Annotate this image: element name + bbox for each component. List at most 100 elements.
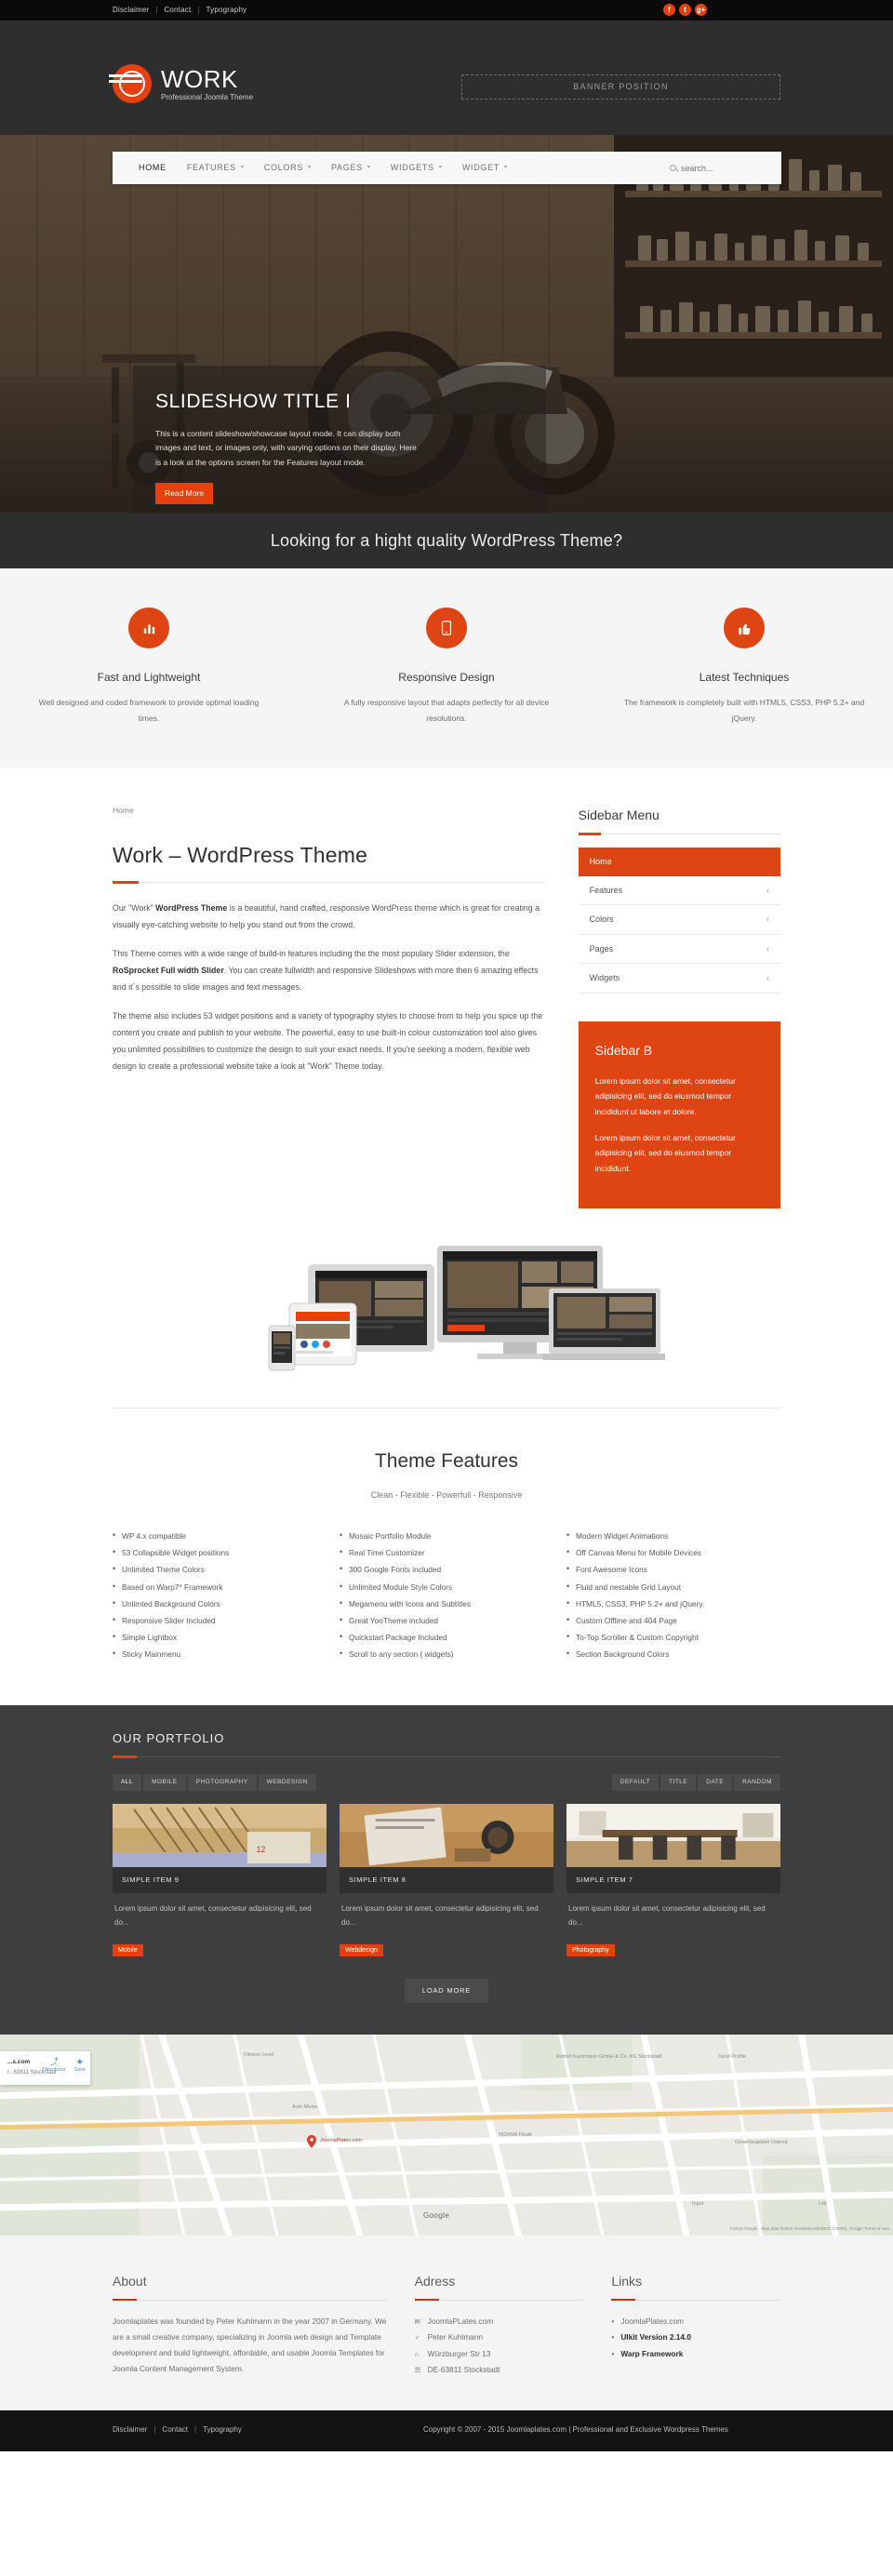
portfolio-item[interactable]: SIMPLE ITEM 8 Lorem ipsum dolor sit amet… (340, 1804, 553, 1957)
feature-card-latest-techniques: Latest Techniques The framework is compl… (595, 607, 893, 727)
list-item: Based on Warp7* Framework (113, 1578, 327, 1596)
list-item: Simple Lightbox (113, 1628, 327, 1647)
map-street-label: Fitness Level (244, 2051, 274, 2058)
title-underline (113, 880, 545, 884)
feature-title: Responsive Design (398, 671, 495, 684)
portfolio-item-tag[interactable]: Photography (566, 1943, 615, 1956)
sidebar-item-home[interactable]: Home (578, 847, 780, 876)
topbar-link-disclaimer[interactable]: Disclaimer (113, 5, 149, 17)
widget-b-paragraph-2: Lorem ipsum dolor sit amet, consectetur … (594, 1132, 736, 1173)
portfolio-item[interactable]: 12 SIMPLE ITEM 9 Lorem ipsum dolor sit a… (113, 1804, 327, 1957)
google-watermark: Google (423, 2210, 450, 2220)
logo[interactable]: WORK Professional Joomla Theme (109, 64, 253, 103)
footer-link-joomlaplates[interactable]: JoomlaPlates.com (611, 2314, 780, 2330)
map-directions-button[interactable]: ⤴ Directions (43, 2057, 65, 2075)
googleplus-icon[interactable]: g+ (695, 4, 707, 16)
responsive-devices-illustration (268, 1246, 665, 1371)
chevron-left-icon: ‹ (766, 943, 769, 954)
list-item: Fluid and nestable Grid Layout (566, 1578, 780, 1596)
nav-item-widgets[interactable]: WIDGETS ▾ (380, 161, 452, 174)
portfolio-grid: 12 SIMPLE ITEM 9 Lorem ipsum dolor sit a… (113, 1804, 780, 1957)
nav-item-widget[interactable]: WIDGET ▾ (452, 161, 517, 174)
sidebar-item-label: Features (589, 885, 623, 895)
portfolio-sort-default[interactable]: DEFAULT (611, 1773, 660, 1792)
portfolio-section: OUR PORTFOLIO ALL MOBILE PHOTOGRAPHY WEB… (0, 1704, 893, 2035)
footer-link-uikit[interactable]: UIkit Version 2.14.0 (611, 2329, 780, 2346)
sidebar-item-pages[interactable]: Pages ‹ (578, 935, 780, 965)
nav-item-home[interactable]: HOME (128, 161, 177, 174)
twitter-icon[interactable]: t (679, 4, 691, 16)
nav-search[interactable] (670, 163, 765, 173)
home-icon: ⌂ (414, 2349, 420, 2358)
list-item: Unlimited Module Style Colors (340, 1578, 553, 1596)
feature-card-responsive-design: Responsive Design A fully responsive lay… (298, 607, 595, 727)
nav-link-features[interactable]: FEATURES (187, 161, 236, 174)
nav-item-colors[interactable]: COLORS ▾ (254, 161, 321, 174)
nav-link-pages[interactable]: PAGES (331, 161, 363, 174)
portfolio-toolbar: ALL MOBILE PHOTOGRAPHY WEBDESIGN DEFAULT… (113, 1773, 780, 1792)
para1-strong: WordPress Theme (155, 902, 228, 913)
portfolio-heading-underline (113, 1755, 780, 1758)
footer-title-underline (611, 2298, 780, 2302)
portfolio-thumbnail[interactable]: 12 (113, 1804, 327, 1868)
bottombar-link-contact[interactable]: Contact (162, 2424, 188, 2436)
portfolio-filter-webdesign[interactable]: WEBDESIGN (258, 1773, 316, 1792)
map-card-actions: ⤴ Directions ★ Save (43, 2056, 86, 2075)
load-more-button[interactable]: LOAD MORE (404, 1978, 489, 2003)
topbar-link-typography[interactable]: Typography (206, 5, 247, 17)
bottombar-separator: | (194, 2425, 197, 2435)
portfolio-filter-all[interactable]: ALL (113, 1773, 142, 1792)
sidebar-item-widgets[interactable]: Widgets ‹ (578, 964, 780, 994)
google-map[interactable]: ...s.com r., 63811 Stockstadt ⤴ Directio… (0, 2034, 893, 2236)
nav-link-home[interactable]: HOME (139, 161, 167, 174)
footer-link-warp[interactable]: Warp Framework (611, 2346, 780, 2363)
slide-text: This is a content slideshow/showcase lay… (155, 428, 417, 468)
search-input[interactable] (681, 163, 765, 173)
nav-link-widgets[interactable]: WIDGETS (391, 161, 434, 174)
list-item: 300 Google Fonts included (340, 1560, 553, 1579)
portfolio-item[interactable]: SIMPLE ITEM 7 Lorem ipsum dolor sit amet… (566, 1804, 780, 1957)
sidebar-item-features[interactable]: Features ‹ (578, 876, 780, 906)
map-save-label: Save (73, 2066, 86, 2073)
portfolio-sort-title[interactable]: TITLE (660, 1773, 697, 1792)
map-tiles (0, 2034, 893, 2236)
breadcrumb[interactable]: Home (113, 805, 545, 818)
chevron-down-icon: ▾ (367, 165, 370, 171)
map-pin-icon[interactable] (307, 2134, 316, 2148)
feature-desc: Well designed and coded framework to pro… (38, 698, 260, 724)
banner-position-placeholder: BANNER POSITION (461, 74, 780, 100)
portfolio-item-tag[interactable]: Mobile (113, 1943, 143, 1956)
facebook-icon[interactable]: f (663, 4, 675, 16)
read-more-button[interactable]: Read More (155, 482, 214, 505)
map-save-button[interactable]: ★ Save (73, 2056, 86, 2075)
portfolio-item-title: SIMPLE ITEM 7 (566, 1867, 780, 1894)
widget-b-title: Sidebar B (594, 1042, 653, 1058)
map-info-card[interactable]: ...s.com r., 63811 Stockstadt ⤴ Directio… (0, 2050, 90, 2085)
map-street-label: Gewerbegebiet Ostend (735, 2139, 788, 2145)
nav-item-pages[interactable]: PAGES ▾ (321, 161, 380, 174)
nav-link-colors[interactable]: COLORS (264, 161, 303, 174)
list-item: Font Awesome Icons (566, 1560, 780, 1579)
feature-title: Latest Techniques (699, 671, 790, 684)
cta-strip: Looking for a hight quality WordPress Th… (0, 513, 893, 568)
portfolio-sort-date[interactable]: DATE (698, 1773, 733, 1792)
chevron-left-icon: ‹ (766, 973, 769, 983)
bottombar-link-disclaimer[interactable]: Disclaimer (113, 2424, 147, 2436)
nav-item-features[interactable]: FEATURES ▾ (177, 161, 254, 174)
portfolio-thumbnail[interactable] (566, 1804, 780, 1868)
bottombar-link-typography[interactable]: Typography (203, 2424, 242, 2436)
portfolio-item-desc: Lorem ipsum dolor sit amet, consectetur … (568, 1904, 766, 1927)
bottombar-separator: | (153, 2425, 156, 2435)
portfolio-thumbnail[interactable] (340, 1804, 553, 1868)
portfolio-filter-photography[interactable]: PHOTOGRAPHY (187, 1773, 257, 1792)
map-street-label: Auto Meiss (292, 2103, 318, 2110)
portfolio-filter-mobile[interactable]: MOBILE (143, 1773, 186, 1792)
topbar-link-contact[interactable]: Contact (164, 5, 191, 17)
device-mockup (0, 1233, 893, 1372)
nav-link-widget[interactable]: WIDGET (462, 161, 500, 174)
portfolio-item-tag[interactable]: Webdesign (340, 1943, 383, 1956)
sidebar-item-colors[interactable]: Colors ‹ (578, 905, 780, 935)
envelope-icon: ✉ (414, 2316, 420, 2326)
portfolio-sort-random[interactable]: RANDOM (734, 1773, 780, 1792)
star-icon: ★ (75, 2056, 84, 2066)
